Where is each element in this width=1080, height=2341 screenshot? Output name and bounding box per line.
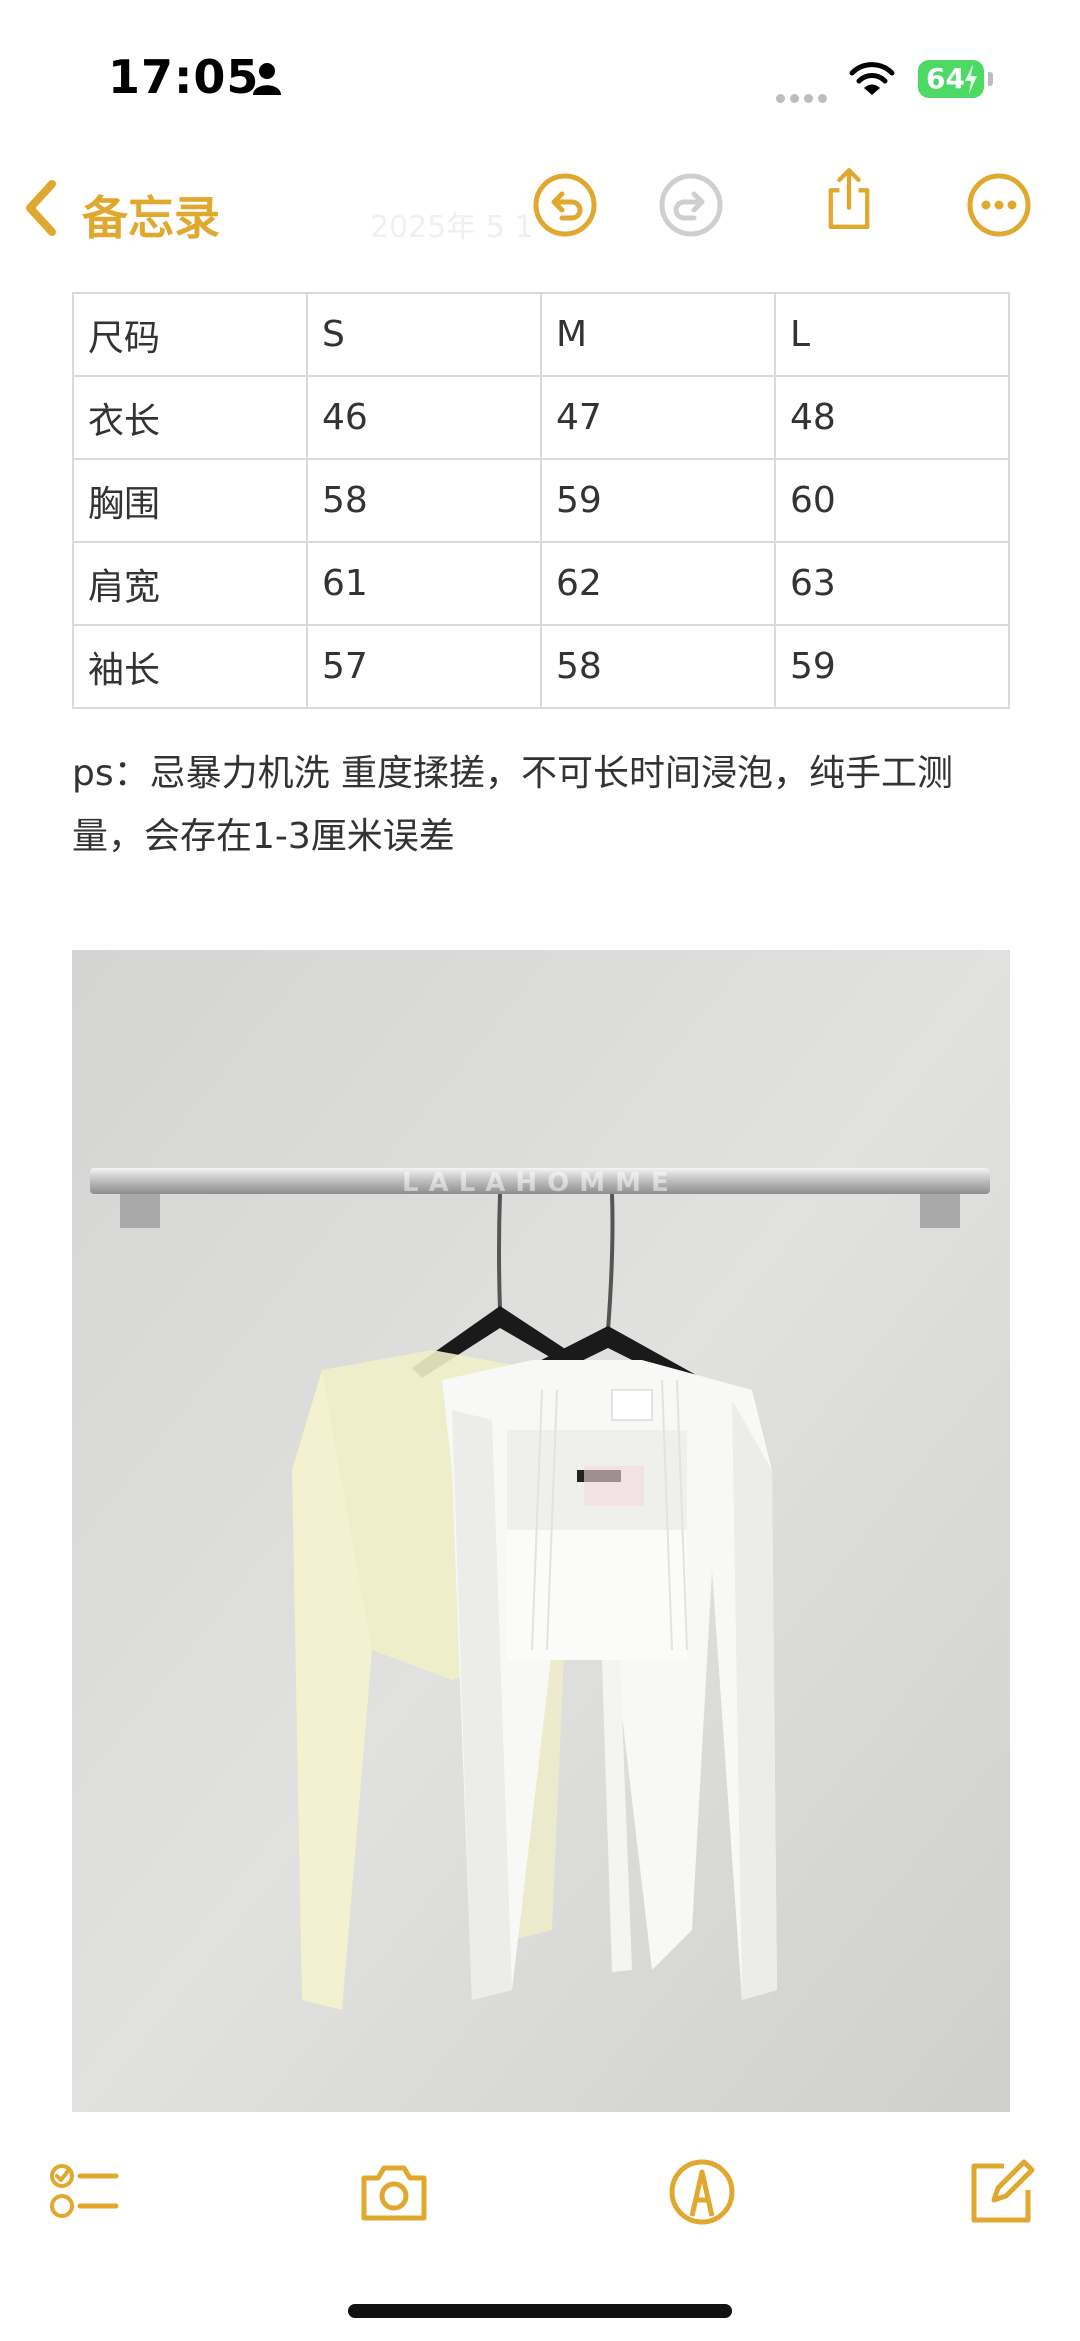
table-cell[interactable]: 衣长 [72, 375, 308, 460]
note-body-text[interactable]: ps：忌暴力机洗 重度揉搓，不可长时间浸泡，纯手工测量，会存在1-3厘米误差 [72, 742, 1012, 868]
table-row: 衣长 46 47 48 [72, 375, 1010, 460]
photo-watermark: LALAHOMME [402, 1168, 679, 1198]
table-cell[interactable]: 58 [306, 458, 542, 543]
checklist-icon[interactable] [48, 2156, 120, 2228]
wifi-icon [849, 62, 895, 95]
table-cell[interactable]: 62 [540, 541, 776, 626]
table-cell[interactable]: 57 [306, 624, 542, 709]
size-table: 尺码 S M L 衣长 46 47 48 胸围 58 59 60 肩宽 61 6… [72, 292, 1010, 709]
redo-icon[interactable] [658, 172, 724, 238]
home-indicator[interactable] [348, 2304, 732, 2318]
table-cell[interactable]: 61 [306, 541, 542, 626]
table-cell[interactable]: 袖长 [72, 624, 308, 709]
status-bar: 17:05 64 [0, 0, 1080, 150]
table-cell[interactable]: 48 [774, 375, 1010, 460]
table-cell[interactable]: S [306, 292, 542, 377]
more-icon[interactable] [966, 172, 1032, 238]
share-icon[interactable] [816, 166, 882, 232]
note-date-faded: 2025年 5 1 [370, 210, 534, 245]
table-cell[interactable]: 肩宽 [72, 541, 308, 626]
table-cell[interactable]: 胸围 [72, 458, 308, 543]
table-cell[interactable]: 63 [774, 541, 1010, 626]
status-time: 17:05 [108, 50, 260, 104]
table-row: 肩宽 61 62 63 [72, 541, 1010, 626]
table-cell[interactable]: 47 [540, 375, 776, 460]
chevron-left-icon[interactable] [22, 178, 62, 238]
table-cell[interactable]: 60 [774, 458, 1010, 543]
compose-note-icon[interactable] [964, 2156, 1036, 2228]
battery-cap [988, 72, 993, 86]
table-header-row: 尺码 S M L [72, 292, 1010, 377]
nav-bar: 备忘录 2025年 5 1 [0, 160, 1080, 260]
product-photo[interactable]: LALAHOMME [72, 950, 1010, 2112]
table-cell[interactable]: 尺码 [72, 292, 308, 377]
product-photo-illustration [72, 950, 1010, 2112]
person-icon [253, 63, 281, 95]
table-row: 袖长 57 58 59 [72, 624, 1010, 709]
table-cell[interactable]: L [774, 292, 1010, 377]
table-row: 胸围 58 59 60 [72, 458, 1010, 543]
battery-level: 64 [926, 62, 965, 95]
undo-icon[interactable] [532, 172, 598, 238]
battery-indicator: 64 [918, 60, 984, 98]
table-cell[interactable]: 46 [306, 375, 542, 460]
table-cell[interactable]: 59 [774, 624, 1010, 709]
cellular-signal-icon [776, 88, 832, 107]
back-button[interactable]: 备忘录 [82, 182, 220, 248]
bottom-toolbar [0, 2140, 1080, 2250]
camera-icon[interactable] [358, 2156, 430, 2228]
table-cell[interactable]: 59 [540, 458, 776, 543]
markup-pen-icon[interactable] [666, 2156, 738, 2228]
charging-bolt-icon [965, 64, 977, 94]
table-cell[interactable]: M [540, 292, 776, 377]
table-cell[interactable]: 58 [540, 624, 776, 709]
